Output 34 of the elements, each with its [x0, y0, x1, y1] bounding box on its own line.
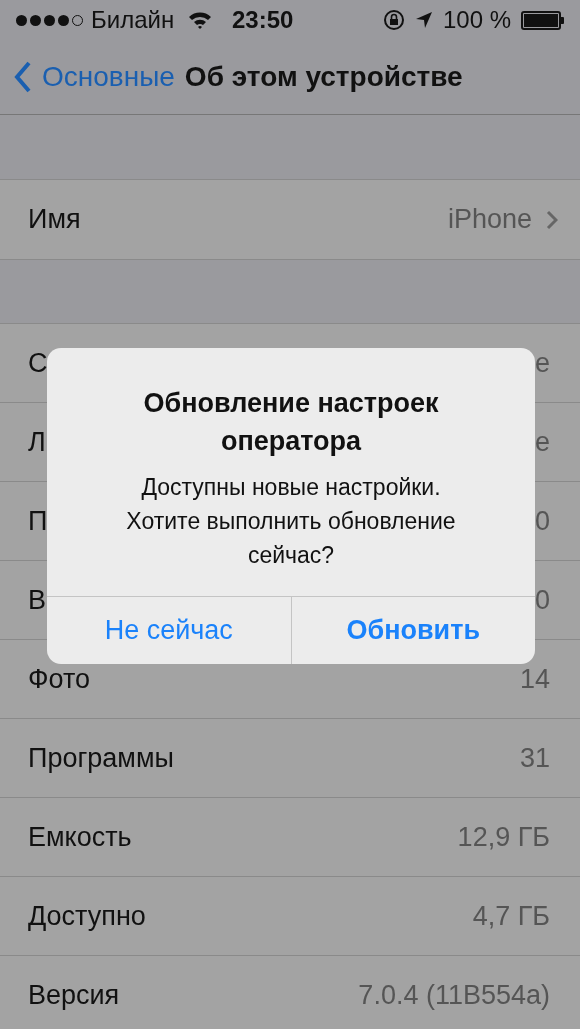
row-label: Л: [28, 425, 46, 459]
carrier-name: Билайн: [91, 5, 175, 35]
row-label: В: [28, 583, 46, 617]
row-value: е: [534, 346, 550, 380]
row-value: е: [534, 425, 550, 459]
wifi-icon: [188, 11, 213, 29]
row-value: 31: [519, 741, 550, 775]
row-value: 0: [534, 583, 550, 617]
row-label: Емкость: [28, 820, 132, 854]
row-value: 4,7 ГБ: [472, 899, 550, 933]
location-arrow-icon: [414, 11, 433, 29]
row-label: Версия: [28, 979, 120, 1013]
battery-icon: [521, 10, 564, 30]
clock: 23:50: [232, 5, 294, 35]
row-value: iPhone: [447, 203, 532, 237]
row-label: Имя: [28, 203, 81, 237]
row-value: 0: [534, 504, 550, 538]
alert-message: Доступны новые настройки. Хотите выполнить обновление сейчас?: [125, 473, 457, 570]
alert-title: Обновление настроек оператора: [142, 387, 440, 458]
row-value: 12,9 ГБ: [457, 820, 550, 854]
battery-percent: 100 %: [442, 5, 511, 35]
row-label: С: [28, 346, 48, 380]
row-label: Доступно: [28, 899, 146, 933]
row-value: 7.0.4 (11B554a): [358, 979, 550, 1013]
row-label: Программы: [28, 741, 174, 775]
update-button[interactable]: Обновить: [290, 597, 535, 664]
back-chevron-icon: [14, 61, 32, 93]
rotation-lock-icon: [382, 9, 405, 31]
cancel-button[interactable]: Не сейчас: [47, 597, 291, 664]
row-label: Фото: [28, 662, 91, 696]
nav-title: Об этом устройстве: [184, 60, 463, 94]
row-label: П: [28, 504, 48, 538]
back-button[interactable]: Основные: [14, 56, 175, 98]
row-value: 14: [519, 662, 550, 696]
